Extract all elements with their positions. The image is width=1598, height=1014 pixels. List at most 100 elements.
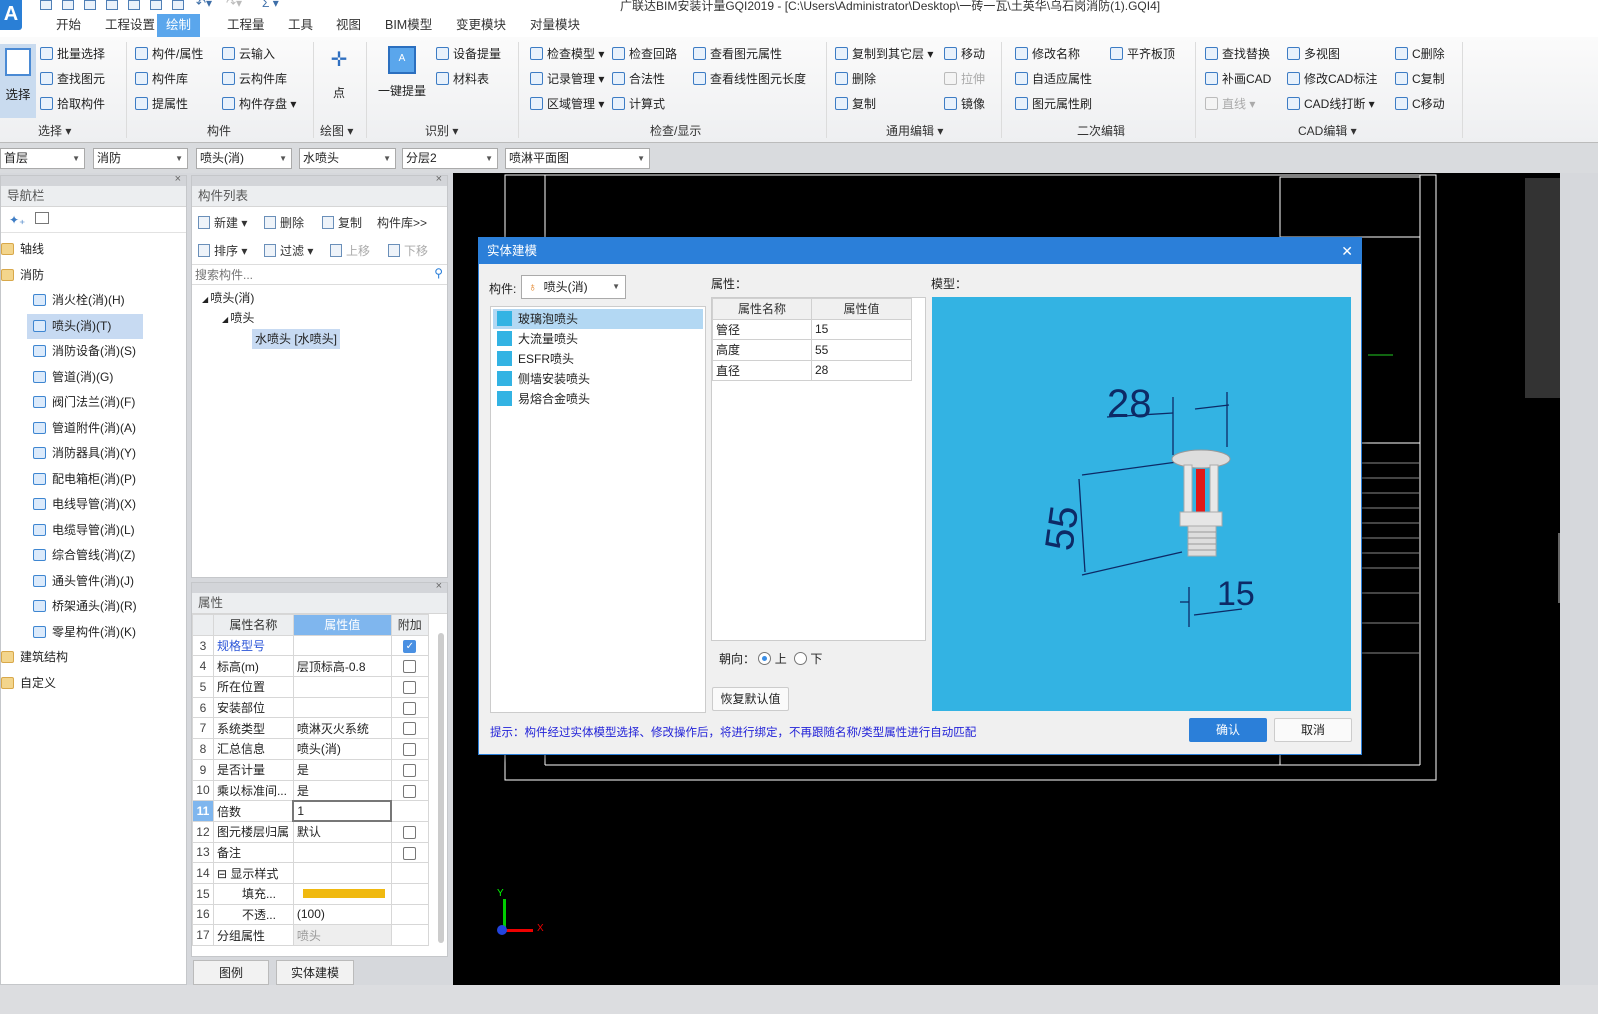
component-toolbar-button-4[interactable]: 排序 ▾ <box>198 241 247 261</box>
property-value[interactable]: 喷淋灭火系统 <box>292 717 392 740</box>
close-icon[interactable]: × <box>436 173 442 185</box>
expand-icon[interactable]: ✦₊ <box>9 213 25 227</box>
nav-item[interactable]: 管道附件(消)(A) <box>27 416 143 442</box>
reset-default-button[interactable]: 恢复默认值 <box>712 687 789 711</box>
gql-icon[interactable] <box>106 0 118 10</box>
ribbon-button-29[interactable]: 查找替换 <box>1205 45 1270 63</box>
nav-item[interactable]: 消防设备(消)(S) <box>27 339 143 365</box>
ribbon-button-8[interactable]: 构件存盘 ▾ <box>222 95 296 113</box>
ribbon-button-5[interactable]: 提属性 <box>135 95 188 113</box>
ribbon-button-19[interactable]: 复制到其它层 ▾ <box>835 45 933 63</box>
direction-up-radio[interactable] <box>758 652 772 665</box>
new-file-icon[interactable] <box>40 0 52 10</box>
property-value[interactable] <box>292 841 392 864</box>
component-toolbar-button-2[interactable]: 复制 <box>322 213 362 233</box>
insert-icon[interactable] <box>172 0 184 10</box>
property-value[interactable] <box>292 696 392 719</box>
confirm-button[interactable]: 确认 <box>1189 718 1267 742</box>
tab-legend[interactable]: 图例 <box>193 960 269 985</box>
ribbon-button-37[interactable]: C移动 <box>1395 95 1445 113</box>
ribbon-button-16[interactable]: 计算式 <box>612 95 665 113</box>
ribbon-button-9[interactable]: 设备提量 <box>436 45 501 63</box>
component-toolbar-button-1[interactable]: 删除 <box>264 213 304 233</box>
nav-item[interactable]: 综合管线(消)(Z) <box>27 543 143 569</box>
filter-select-3[interactable]: 水喷头 ▼ <box>299 148 396 169</box>
extra-checkbox[interactable] <box>403 722 417 736</box>
ribbon-button-15[interactable]: 合法性 <box>612 70 665 88</box>
ribbon-button-31[interactable]: 直线 ▾ <box>1205 95 1255 113</box>
ribbon-button-18[interactable]: 查看线性图元长度 <box>693 70 806 88</box>
nav-item[interactable]: 管道(消)(G) <box>27 365 143 391</box>
property-row[interactable]: 9 是否计量是 <box>192 758 430 781</box>
model-prop-row[interactable]: 管径 15 <box>712 318 912 340</box>
ribbon-button-32[interactable]: 多视图 <box>1287 45 1340 63</box>
nav-item[interactable]: 喷头(消)(T) <box>27 313 143 339</box>
cancel-button[interactable]: 取消 <box>1274 718 1352 742</box>
close-icon[interactable]: × <box>175 173 181 185</box>
model-list-item[interactable]: 大流量喷头 <box>493 329 703 349</box>
extra-checkbox[interactable] <box>403 743 417 757</box>
nav-item[interactable]: 建筑结构 <box>1 645 186 671</box>
ribbon-button-12[interactable]: 记录管理 ▾ <box>530 70 604 88</box>
tab-6[interactable]: BIM模型 <box>376 14 441 37</box>
component-toolbar-button-0[interactable]: 新建 ▾ <box>198 213 247 233</box>
direction-down-radio[interactable] <box>794 652 808 665</box>
ribbon-button-7[interactable]: 云构件库 <box>222 70 287 88</box>
model-prop-value[interactable]: 15 <box>811 318 912 340</box>
model-preview[interactable]: 28 55 15 <box>932 297 1351 711</box>
ribbon-button-21[interactable]: 复制 <box>835 95 876 113</box>
nav-item[interactable]: 零星构件(消)(K) <box>27 620 143 646</box>
col-header-value[interactable]: 属性值 <box>292 614 392 636</box>
property-row[interactable]: 14 ⊟ 显示样式 <box>192 862 430 884</box>
property-value[interactable]: 是 <box>292 779 392 802</box>
ribbon-group-0[interactable]: 选择 ▾ <box>38 122 71 139</box>
extra-checkbox[interactable] <box>403 763 417 777</box>
model-prop-value[interactable]: 55 <box>811 339 912 361</box>
filter-select-1[interactable]: 消防 ▼ <box>93 148 188 169</box>
nav-item[interactable]: 通头管件(消)(J) <box>27 569 143 595</box>
property-value[interactable]: 默认 <box>292 820 392 843</box>
nav-item[interactable]: 消防器具(消)(Y) <box>27 441 143 467</box>
ribbon-button-0[interactable]: 批量选择 <box>40 45 105 63</box>
property-value[interactable] <box>292 882 392 905</box>
property-row[interactable]: 10 乘以标准间... 是 <box>192 779 430 802</box>
component-toolbar-button-5[interactable]: 过滤 ▾ <box>264 241 313 261</box>
open-file-icon[interactable] <box>62 0 74 10</box>
tab-7[interactable]: 变更模块 <box>447 14 515 37</box>
undo-icon[interactable]: ↶▾ <box>196 0 212 10</box>
property-value[interactable]: 是 <box>292 758 392 781</box>
ribbon-button-22[interactable]: 移动 <box>944 45 985 63</box>
extra-checkbox[interactable]: ✓ <box>403 639 417 653</box>
tab-solid-modeling[interactable]: 实体建模 <box>276 960 354 985</box>
model-prop-row[interactable]: 高度 55 <box>712 339 912 361</box>
component-toolbar-button-6[interactable]: 上移 <box>330 241 370 261</box>
model-list-item[interactable]: 易熔合金喷头 <box>493 389 703 409</box>
filter-select-2[interactable]: 喷头(消) ▼ <box>196 148 292 169</box>
nav-item[interactable]: 消防 <box>1 263 186 289</box>
property-row[interactable]: 6 安装部位 <box>192 696 430 719</box>
dialog-close-button[interactable]: ✕ <box>1341 238 1353 264</box>
point-button[interactable]: ✛ 点 <box>322 46 356 106</box>
close-icon[interactable]: × <box>436 580 442 592</box>
tab-5[interactable]: 视图 <box>327 14 370 37</box>
scrollbar[interactable] <box>438 633 444 943</box>
ribbon-button-26[interactable]: 自适应属性 <box>1015 70 1092 88</box>
bim-icon[interactable] <box>128 0 140 10</box>
model-list-item[interactable]: ESFR喷头 <box>493 349 703 369</box>
nav-item[interactable]: 自定义 <box>1 671 186 697</box>
nav-item[interactable]: 电线导管(消)(X) <box>27 492 143 518</box>
ribbon-button-3[interactable]: 构件/属性 <box>135 45 203 63</box>
ribbon-button-33[interactable]: 修改CAD标注 <box>1287 70 1377 88</box>
model-prop-row[interactable]: 直径 28 <box>712 359 912 381</box>
ribbon-group-5[interactable]: 通用编辑 ▾ <box>886 122 943 139</box>
property-value[interactable] <box>292 676 392 698</box>
search-icon[interactable]: ⚲ <box>434 266 443 280</box>
tree-node-sprinkler[interactable]: ◢ 喷头 <box>192 307 447 329</box>
sum-icon[interactable]: Σ ▾ <box>262 0 279 10</box>
tab-4[interactable]: 工具 <box>279 14 322 37</box>
ribbon-button-4[interactable]: 构件库 <box>135 70 188 88</box>
ribbon-button-30[interactable]: 补画CAD <box>1205 70 1271 88</box>
redo-icon[interactable]: ↷▾ <box>226 0 242 10</box>
ribbon-button-14[interactable]: 检查回路 <box>612 45 677 63</box>
ribbon-button-34[interactable]: CAD线打断 ▾ <box>1287 95 1375 113</box>
